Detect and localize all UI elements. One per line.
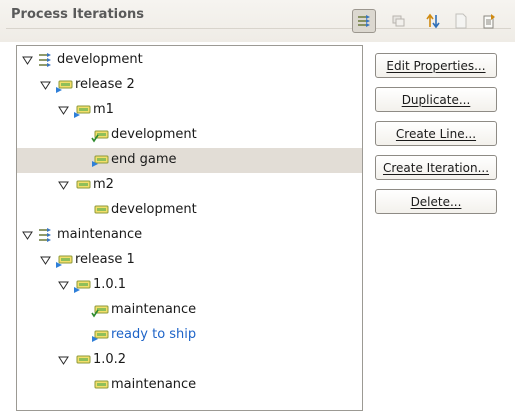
iterations-tree[interactable]: development release 2 m1 development end gam… [16, 45, 363, 411]
tree-node[interactable]: development [17, 198, 362, 223]
sort-icon [425, 13, 441, 29]
tree-node[interactable]: m2 [17, 173, 362, 198]
tree-node-label: release 2 [75, 77, 135, 92]
release-iteration-icon [73, 102, 91, 118]
view-title: Process Iterations [11, 7, 145, 22]
tree-node-label: end game [111, 152, 177, 167]
tree-node[interactable]: end game [17, 148, 362, 173]
tree-node-label: m2 [93, 177, 114, 192]
tree-node[interactable]: ready to ship [17, 323, 362, 348]
process-line-icon [37, 52, 55, 68]
completed-iteration-icon [91, 302, 109, 318]
expand-triangle-down-icon[interactable] [57, 179, 69, 191]
release-iteration-icon [55, 252, 73, 268]
export-icon [481, 13, 497, 29]
current-iteration-icon [91, 152, 109, 168]
edit-properties-button[interactable]: Edit Properties... [375, 53, 497, 78]
release-iteration-icon [55, 77, 73, 93]
tree-node[interactable]: development [17, 48, 362, 73]
link-with-editor-button[interactable] [352, 9, 376, 33]
current-iteration-icon [91, 327, 109, 343]
release-iteration-icon [73, 277, 91, 293]
tree-node[interactable]: 1.0.1 [17, 273, 362, 298]
iteration-icon [73, 352, 91, 368]
iteration-icon [91, 202, 109, 218]
delete-button[interactable]: Delete... [375, 189, 497, 214]
sort-button[interactable] [421, 9, 445, 33]
expand-triangle-down-icon[interactable] [57, 354, 69, 366]
tree-node[interactable]: release 1 [17, 248, 362, 273]
tree-node[interactable]: maintenance [17, 298, 362, 323]
iteration-icon [73, 177, 91, 193]
expand-triangle-down-icon[interactable] [57, 104, 69, 116]
collapse-all-icon [390, 13, 406, 29]
view-header: Process Iterations [0, 0, 515, 42]
duplicate-button[interactable]: Duplicate... [375, 87, 497, 112]
link-with-editor-icon [356, 13, 372, 29]
expand-triangle-down-icon[interactable] [21, 229, 33, 241]
tree-node-label: 1.0.1 [93, 277, 127, 292]
tree-node-label: maintenance [111, 377, 197, 392]
collapse-all-button[interactable] [386, 9, 410, 33]
completed-iteration-icon [91, 127, 109, 143]
tree-node-label: development [111, 127, 197, 142]
tree-node-label: maintenance [57, 227, 143, 242]
expand-triangle-down-icon[interactable] [21, 54, 33, 66]
expand-triangle-down-icon[interactable] [57, 279, 69, 291]
tree-node-label: ready to ship [111, 327, 197, 342]
create-line-button[interactable]: Create Line... [375, 121, 497, 146]
create-iteration-button[interactable]: Create Iteration... [375, 155, 497, 180]
tree-node[interactable]: maintenance [17, 373, 362, 398]
tree-node[interactable]: 1.0.2 [17, 348, 362, 373]
tree-node-label: 1.0.2 [93, 352, 127, 367]
tree-node-label: development [57, 52, 143, 67]
expand-triangle-down-icon[interactable] [39, 254, 51, 266]
tree-node-label: maintenance [111, 302, 197, 317]
tree-node-label: m1 [93, 102, 114, 117]
process-line-icon [37, 227, 55, 243]
tree-node-label: development [111, 202, 197, 217]
tree-node[interactable]: release 2 [17, 73, 362, 98]
tree-node[interactable]: maintenance [17, 223, 362, 248]
tree-node[interactable]: development [17, 123, 362, 148]
expand-triangle-down-icon[interactable] [39, 79, 51, 91]
tree-node[interactable]: m1 [17, 98, 362, 123]
tree-node-label: release 1 [75, 252, 135, 267]
new-page-button[interactable] [449, 9, 473, 33]
export-button[interactable] [477, 9, 501, 33]
blank-page-icon [453, 13, 469, 29]
iteration-icon [91, 377, 109, 393]
